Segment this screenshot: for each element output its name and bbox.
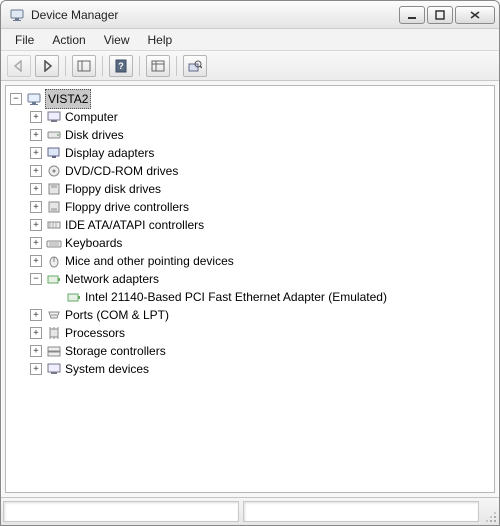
tree-root-node[interactable]: − VISTA2: [8, 90, 492, 108]
tree-label[interactable]: Ports (COM & LPT): [65, 306, 169, 324]
titlebar[interactable]: Device Manager: [1, 1, 499, 29]
toolbar-separator: [65, 56, 66, 76]
expand-icon[interactable]: +: [30, 165, 42, 177]
expand-icon[interactable]: +: [30, 183, 42, 195]
tree-category-ports[interactable]: + Ports (COM & LPT): [8, 306, 492, 324]
properties-button[interactable]: [146, 55, 170, 77]
tree-category-keyboards[interactable]: + Keyboards: [8, 234, 492, 252]
tree-device-intel-21140[interactable]: Intel 21140-Based PCI Fast Ethernet Adap…: [8, 288, 492, 306]
tree-root-label[interactable]: VISTA2: [45, 89, 91, 109]
tree-category-storage-controllers[interactable]: + Storage controllers: [8, 342, 492, 360]
tree-label[interactable]: Disk drives: [65, 126, 124, 144]
toolbar-separator: [139, 56, 140, 76]
mouse-icon: [46, 253, 62, 269]
tree-category-processors[interactable]: + Processors: [8, 324, 492, 342]
status-pane-left: [3, 501, 239, 522]
floppy-controller-icon: [46, 199, 62, 215]
toolbar-separator: [102, 56, 103, 76]
expand-icon[interactable]: +: [30, 219, 42, 231]
help-button[interactable]: ?: [109, 55, 133, 77]
tree-label[interactable]: IDE ATA/ATAPI controllers: [65, 216, 204, 234]
processor-icon: [46, 325, 62, 341]
tree-label[interactable]: Keyboards: [65, 234, 122, 252]
collapse-icon[interactable]: −: [30, 273, 42, 285]
tree-category-ide-controllers[interactable]: + IDE ATA/ATAPI controllers: [8, 216, 492, 234]
computer-icon: [46, 109, 62, 125]
expand-icon[interactable]: +: [30, 255, 42, 267]
close-button[interactable]: [455, 6, 495, 24]
tree-label[interactable]: Intel 21140-Based PCI Fast Ethernet Adap…: [85, 288, 387, 306]
tree-category-system-devices[interactable]: + System devices: [8, 360, 492, 378]
display-adapter-icon: [46, 145, 62, 161]
toolbar-separator: [176, 56, 177, 76]
collapse-icon[interactable]: −: [10, 93, 22, 105]
menubar: File Action View Help: [1, 29, 499, 51]
expand-icon[interactable]: +: [30, 237, 42, 249]
menu-action[interactable]: Action: [44, 31, 93, 49]
tree-view[interactable]: − VISTA2 + Computer + Disk drives +: [5, 85, 495, 493]
tree-label[interactable]: Floppy drive controllers: [65, 198, 189, 216]
computer-root-icon: [26, 91, 42, 107]
tree-category-mice[interactable]: + Mice and other pointing devices: [8, 252, 492, 270]
tree-label[interactable]: Floppy disk drives: [65, 180, 161, 198]
floppy-drive-icon: [46, 181, 62, 197]
disk-drive-icon: [46, 127, 62, 143]
tree-label[interactable]: System devices: [65, 360, 149, 378]
expand-icon[interactable]: +: [30, 147, 42, 159]
svg-text:?: ?: [118, 61, 124, 71]
storage-controller-icon: [46, 343, 62, 359]
tree-label[interactable]: DVD/CD-ROM drives: [65, 162, 178, 180]
ide-controller-icon: [46, 217, 62, 233]
expand-icon[interactable]: +: [30, 345, 42, 357]
ports-icon: [46, 307, 62, 323]
expand-icon[interactable]: +: [30, 309, 42, 321]
device-manager-window: Device Manager File Action View Help: [0, 0, 500, 526]
expand-icon[interactable]: +: [30, 327, 42, 339]
window-title: Device Manager: [31, 8, 399, 22]
maximize-button[interactable]: [427, 6, 453, 24]
forward-button[interactable]: [35, 55, 59, 77]
no-expand-icon: [50, 291, 62, 303]
network-adapter-icon: [46, 271, 62, 287]
tree-category-network-adapters[interactable]: − Network adapters: [8, 270, 492, 288]
window-controls: [399, 6, 495, 24]
tree-category-floppy-controllers[interactable]: + Floppy drive controllers: [8, 198, 492, 216]
toolbar: ?: [1, 51, 499, 81]
optical-drive-icon: [46, 163, 62, 179]
keyboard-icon: [46, 235, 62, 251]
tree-category-display-adapters[interactable]: + Display adapters: [8, 144, 492, 162]
tree-category-dvd-cdrom[interactable]: + DVD/CD-ROM drives: [8, 162, 492, 180]
scan-hardware-button[interactable]: [183, 55, 207, 77]
tree-label[interactable]: Mice and other pointing devices: [65, 252, 234, 270]
expand-icon[interactable]: +: [30, 201, 42, 213]
back-button[interactable]: [7, 55, 31, 77]
menu-help[interactable]: Help: [140, 31, 181, 49]
expand-icon[interactable]: +: [30, 363, 42, 375]
statusbar: [1, 497, 499, 525]
tree-label[interactable]: Network adapters: [65, 270, 159, 288]
network-card-icon: [66, 289, 82, 305]
show-hide-console-tree-button[interactable]: [72, 55, 96, 77]
menu-file[interactable]: File: [7, 31, 42, 49]
menu-view[interactable]: View: [96, 31, 138, 49]
tree-label[interactable]: Storage controllers: [65, 342, 166, 360]
resize-grip-icon[interactable]: [481, 498, 499, 525]
tree-category-floppy-drives[interactable]: + Floppy disk drives: [8, 180, 492, 198]
status-pane-right: [243, 501, 479, 522]
expand-icon[interactable]: +: [30, 111, 42, 123]
expand-icon[interactable]: +: [30, 129, 42, 141]
tree-label[interactable]: Display adapters: [65, 144, 154, 162]
tree-category-computer[interactable]: + Computer: [8, 108, 492, 126]
minimize-button[interactable]: [399, 6, 425, 24]
system-device-icon: [46, 361, 62, 377]
tree-label[interactable]: Processors: [65, 324, 125, 342]
tree-category-disk-drives[interactable]: + Disk drives: [8, 126, 492, 144]
tree-label[interactable]: Computer: [65, 108, 118, 126]
app-icon: [9, 7, 25, 23]
